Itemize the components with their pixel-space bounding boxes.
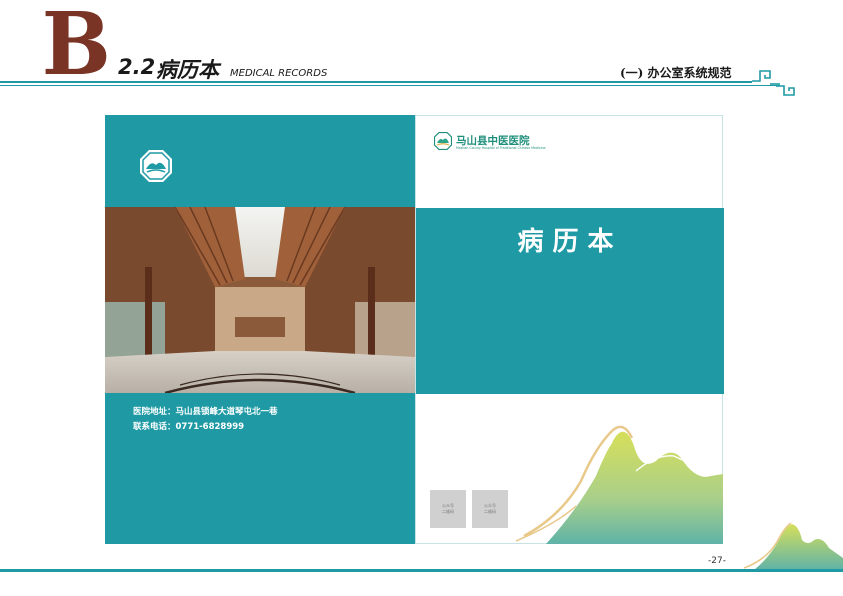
footer-rule	[0, 569, 843, 572]
booklet-title: 病历本	[517, 227, 623, 257]
section-title: 病历本	[156, 57, 219, 82]
mountain-decoration	[516, 425, 723, 544]
back-cover: 医院地址：马山县锁峰大道琴屯北一巷 联系电话：0771-6828999	[105, 115, 415, 544]
header-rule-thin	[0, 85, 780, 86]
hospital-lobby-photo	[105, 207, 415, 393]
hospital-logo-icon	[140, 150, 172, 182]
mountain-decoration	[744, 522, 843, 570]
section-number: 2.2	[118, 55, 156, 79]
section-english-title: MEDICAL RECORDS	[230, 68, 328, 79]
chapter-label: (一) 办公室系统规范	[620, 66, 732, 80]
phone-text: 联系电话：0771-6828999	[133, 422, 245, 432]
hospital-name-english: Mashan County Hospital of Traditional Ch…	[456, 146, 546, 150]
corner-pattern-icon	[752, 70, 795, 96]
page-number: -27-	[708, 556, 726, 566]
address-text: 医院地址：马山县锁峰大道琴屯北一巷	[133, 407, 278, 417]
qr-code-placeholder: 公众号 二维码	[472, 490, 508, 528]
qr-code-label: 公众号 二维码	[442, 503, 454, 514]
hospital-logo-icon	[434, 132, 452, 150]
medical-record-booklet: 医院地址：马山县锁峰大道琴屯北一巷 联系电话：0771-6828999 马山县中…	[105, 115, 724, 544]
qr-code-label: 公众号 二维码	[484, 503, 496, 514]
qr-code-placeholder: 公众号 二维码	[430, 490, 466, 528]
header-rule	[0, 81, 752, 83]
section-letter: B	[41, 0, 111, 95]
front-cover: 马山县中医医院 Mashan County Hospital of Tradit…	[415, 115, 724, 544]
